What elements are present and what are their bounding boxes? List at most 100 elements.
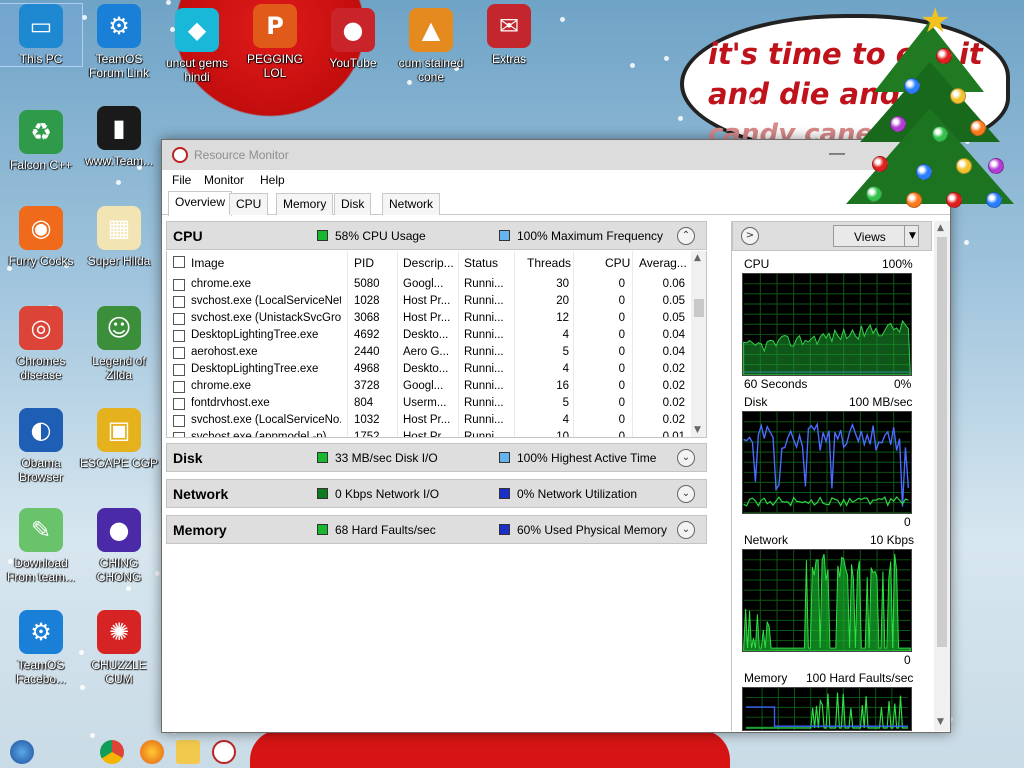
desktop-icon[interactable]: ♻ Falcon C++ xyxy=(0,110,82,172)
row-checkbox[interactable] xyxy=(173,313,185,325)
scroll-up-arrow-icon[interactable]: ▲ xyxy=(937,223,944,233)
disk-expand-button[interactable]: ⌄ xyxy=(677,449,695,467)
pixel-art-icon[interactable]: ▦ xyxy=(97,206,141,250)
row-checkbox[interactable] xyxy=(173,432,185,437)
desktop-icon[interactable]: ▲ cum stained cone xyxy=(390,8,472,84)
notepad-icon[interactable]: ✎ xyxy=(19,508,63,552)
row-checkbox[interactable] xyxy=(173,398,185,410)
desktop-icon[interactable]: ● CHING CHONG xyxy=(78,508,160,584)
taskbar-resource-monitor-icon[interactable] xyxy=(212,740,236,764)
tab-disk[interactable]: Disk xyxy=(334,193,372,215)
traffic-cone-icon[interactable]: ▲ xyxy=(409,8,453,52)
tab-network[interactable]: Network xyxy=(382,193,441,215)
desktop-icon[interactable]: ▦ Super Hilda xyxy=(78,206,160,268)
table-row[interactable]: svchost.exe (LocalServiceNo... 1032 Host P… xyxy=(167,412,691,429)
tab-overview[interactable]: Overview xyxy=(168,191,233,216)
select-all-checkbox[interactable] xyxy=(173,256,185,268)
ornament-icon[interactable]: ● xyxy=(97,508,141,552)
table-row[interactable]: svchost.exe (appmodel -p) 1752 Host Pr... R… xyxy=(167,429,691,437)
network-graph-min: 0 xyxy=(904,653,911,667)
title-bar[interactable]: Resource Monitor — xyxy=(162,140,950,170)
desktop-icon[interactable]: ✉ Extras xyxy=(468,4,550,66)
desktop-icon[interactable]: ☺ Legend of Zilda xyxy=(78,306,160,382)
desktop-icon[interactable]: ⚙ TeamOS Forum Link xyxy=(78,4,160,80)
memory-expand-button[interactable]: ⌄ xyxy=(677,521,695,539)
peggle-icon[interactable]: P xyxy=(253,4,297,48)
chrome-icon[interactable]: ◎ xyxy=(19,306,63,350)
col-status[interactable]: Status xyxy=(464,256,498,270)
scroll-thumb[interactable] xyxy=(694,299,704,317)
cpu-table-scrollbar[interactable]: ▲ ▼ xyxy=(691,251,706,437)
table-row[interactable]: aerohost.exe 2440 Aero G... Runni... 5 0 0.04 xyxy=(167,344,691,361)
desktop-icon[interactable]: P PEGGING LOL xyxy=(234,4,316,80)
col-pid[interactable]: PID xyxy=(354,256,374,270)
memory-section-header[interactable]: Memory 68 Hard Faults/sec 60% Used Physi… xyxy=(166,515,707,544)
col-cpu[interactable]: CPU xyxy=(605,256,630,270)
col-description[interactable]: Descrip... xyxy=(403,256,454,270)
table-row[interactable]: DesktopLightingTree.exe 4692 Deskto... Runn… xyxy=(167,327,691,344)
desktop-icon[interactable]: ✺ CHUZZLE CUM xyxy=(78,610,160,686)
gear-icon[interactable]: ⚙ xyxy=(97,4,141,48)
network-section-header[interactable]: Network 0 Kbps Network I/O 0% Network Ut… xyxy=(166,479,707,508)
menu-file[interactable]: File xyxy=(172,173,191,187)
obama-logo-icon[interactable]: ◐ xyxy=(19,408,63,452)
taskbar-firefox-icon[interactable] xyxy=(140,740,164,764)
diamond-icon[interactable]: ◆ xyxy=(175,8,219,52)
desktop-icon[interactable]: ● YouTube xyxy=(312,8,394,70)
cpu-section-header[interactable]: CPU 58% CPU Usage 100% Maximum Frequency… xyxy=(166,221,707,250)
menu-monitor[interactable]: Monitor xyxy=(204,173,244,187)
cpu-collapse-button[interactable]: ⌃ xyxy=(677,227,695,245)
scroll-up-arrow-icon[interactable]: ▲ xyxy=(694,253,701,263)
desktop-icon[interactable]: ◉ Furry Cocks xyxy=(0,206,82,268)
taskbar-explorer-icon[interactable] xyxy=(176,740,200,764)
tab-memory[interactable]: Memory xyxy=(276,193,334,215)
collapse-graphs-button[interactable]: > xyxy=(741,227,759,245)
scroll-down-arrow-icon[interactable]: ▼ xyxy=(937,717,944,727)
disk-section-header[interactable]: Disk 33 MB/sec Disk I/O 100% Highest Act… xyxy=(166,443,707,472)
tab-cpu[interactable]: CPU xyxy=(229,193,269,215)
desktop-icon[interactable]: ▣ ESCAPE CGP xyxy=(78,408,160,470)
network-expand-button[interactable]: ⌄ xyxy=(677,485,695,503)
desktop-icon[interactable]: ◎ Chromes disease xyxy=(0,306,82,382)
scroll-down-arrow-icon[interactable]: ▼ xyxy=(694,425,701,435)
angry-bird-icon[interactable]: ● xyxy=(331,8,375,52)
row-checkbox[interactable] xyxy=(173,381,185,393)
recycle-icon[interactable]: ♻ xyxy=(19,110,63,154)
row-checkbox[interactable] xyxy=(173,330,185,342)
link-sprite-icon[interactable]: ☺ xyxy=(97,306,141,350)
gear-icon[interactable]: ⚙ xyxy=(19,610,63,654)
views-dropdown-arrow-icon[interactable]: ▼ xyxy=(904,226,920,246)
desktop-icon[interactable]: ⚙ TeamOS Facebo... xyxy=(0,610,82,686)
desktop-icon[interactable]: ▮ www.Team... xyxy=(78,106,160,168)
row-checkbox[interactable] xyxy=(173,415,185,427)
table-row[interactable]: DesktopLightingTree.exe 4968 Deskto... Runn… xyxy=(167,361,691,378)
graphs-scrollbar[interactable]: ▲ ▼ xyxy=(934,221,950,731)
desktop-icon[interactable]: ▭ This PC xyxy=(0,3,83,67)
taskbar-chrome-icon[interactable] xyxy=(100,740,124,764)
mahjong-tile-icon[interactable]: ▣ xyxy=(97,408,141,452)
table-row[interactable]: chrome.exe 3728 Googl... Runni... 16 0 0.02 xyxy=(167,378,691,395)
row-checkbox[interactable] xyxy=(173,364,185,376)
table-row[interactable]: fontdrvhost.exe 804 Userm... Runni... 5 0 0.02 xyxy=(167,395,691,412)
row-checkbox[interactable] xyxy=(173,347,185,359)
extras-icon[interactable]: ✉ xyxy=(487,4,531,48)
book-icon[interactable]: ▮ xyxy=(97,106,141,150)
chuzzle-icon[interactable]: ✺ xyxy=(97,610,141,654)
views-dropdown[interactable]: Views ▼ xyxy=(833,225,919,247)
row-checkbox[interactable] xyxy=(173,296,185,308)
desktop-icon[interactable]: ◐ Obama Browser xyxy=(0,408,82,484)
table-row[interactable]: svchost.exe (LocalServiceNet... 1028 Host … xyxy=(167,293,691,310)
desktop-icon[interactable]: ✎ Download From team... xyxy=(0,508,82,584)
table-row[interactable]: chrome.exe 5080 Googl... Runni... 30 0 0.06 xyxy=(167,276,691,293)
desktop-icon[interactable]: ◆ uncut gems hindi xyxy=(156,8,238,84)
start-button-icon[interactable] xyxy=(10,740,34,764)
firefox-icon[interactable]: ◉ xyxy=(19,206,63,250)
col-average-cpu[interactable]: Averag... xyxy=(639,256,687,270)
row-checkbox[interactable] xyxy=(173,279,185,291)
graphs-scroll-thumb[interactable] xyxy=(937,237,947,647)
computer-icon[interactable]: ▭ xyxy=(19,4,63,48)
col-threads[interactable]: Threads xyxy=(527,256,571,270)
menu-help[interactable]: Help xyxy=(260,173,285,187)
table-row[interactable]: svchost.exe (UnistackSvcGro... 3068 Host P… xyxy=(167,310,691,327)
col-image[interactable]: Image xyxy=(191,256,224,270)
